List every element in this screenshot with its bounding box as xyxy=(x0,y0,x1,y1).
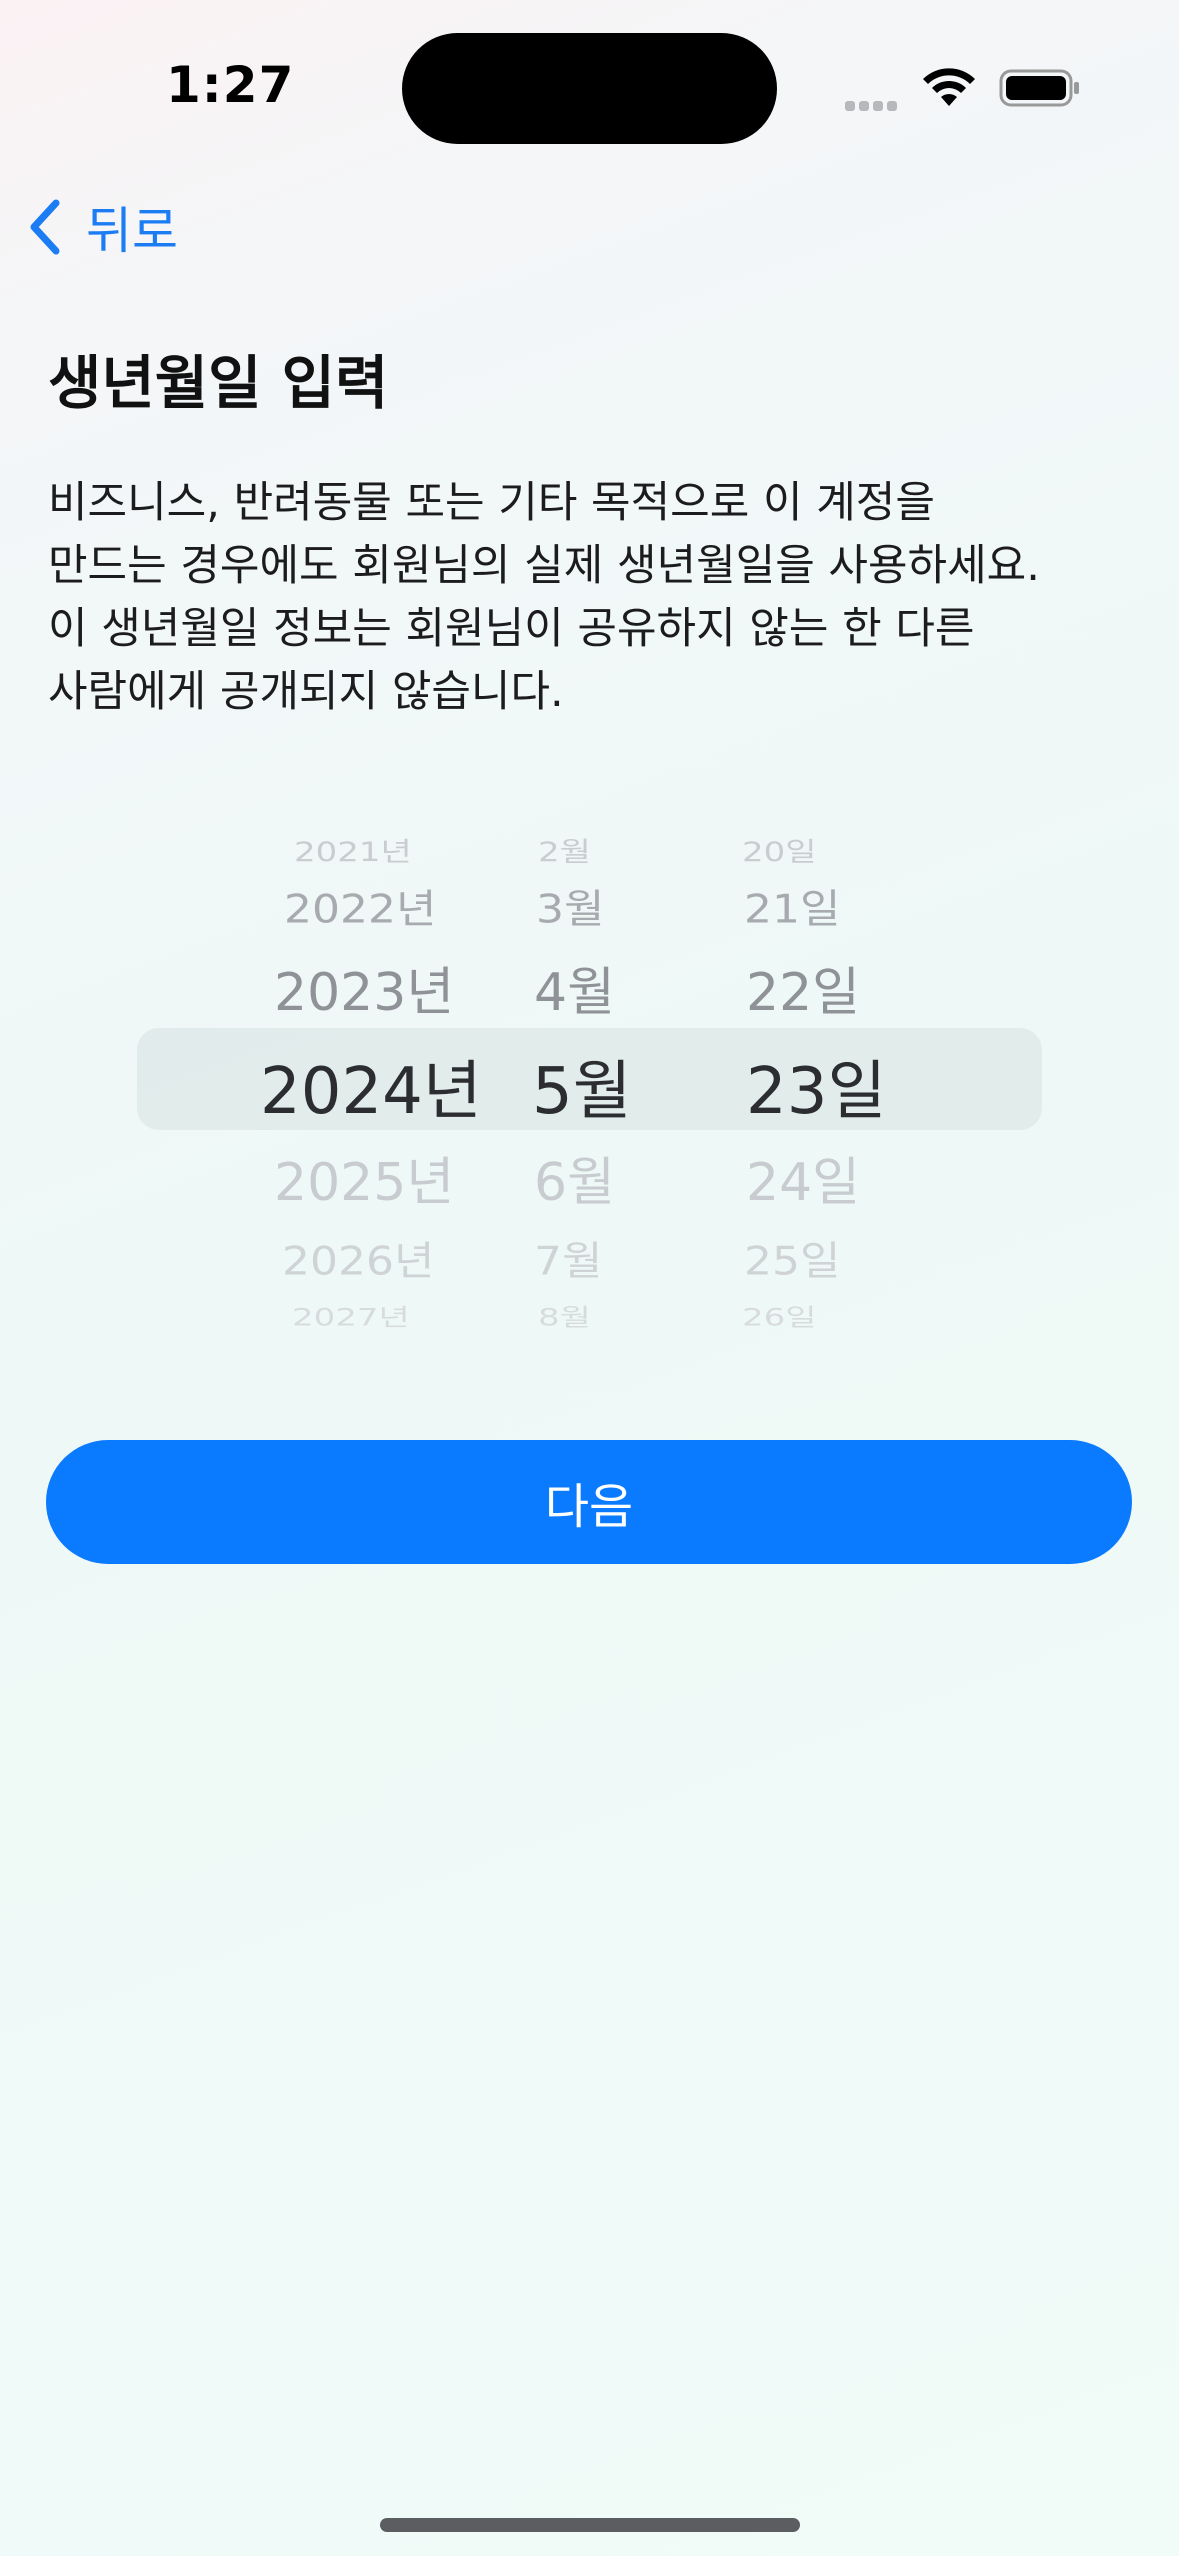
picker-day[interactable]: 22일 xyxy=(746,950,860,1025)
picker-month[interactable]: 8월 xyxy=(538,1298,591,1332)
page-title: 생년월일 입력 xyxy=(48,349,389,417)
picker-day-selected[interactable]: 23일 xyxy=(746,1040,886,1132)
picker-day[interactable]: 20일 xyxy=(742,830,817,868)
picker-month[interactable]: 4월 xyxy=(534,950,615,1025)
picker-year[interactable]: 2026년 xyxy=(282,1229,434,1287)
battery-icon xyxy=(999,69,1079,107)
description: 비즈니스, 반려동물 또는 기타 목적으로 이 계정을 만드는 경우에도 회원님… xyxy=(48,472,1148,724)
description-line: 비즈니스, 반려동물 또는 기타 목적으로 이 계정을 xyxy=(48,478,935,528)
picker-month[interactable]: 2월 xyxy=(538,830,591,868)
next-button[interactable]: 다음 xyxy=(46,1440,1132,1564)
picker-month[interactable]: 3월 xyxy=(536,877,604,935)
description-line: 만드는 경우에도 회원님의 실제 생년월일을 사용하세요. xyxy=(48,541,1040,591)
picker-day[interactable]: 24일 xyxy=(746,1140,860,1215)
picker-month[interactable]: 7월 xyxy=(534,1229,602,1287)
wifi-icon xyxy=(923,68,975,106)
birthdate-picker[interactable]: 2021년 2월 20일 2022년 3월 21일 2023년 4월 22일 2… xyxy=(0,808,1179,1348)
back-label: 뒤로 xyxy=(86,202,178,260)
picker-year[interactable]: 2021년 xyxy=(294,830,412,868)
picker-year-selected[interactable]: 2024년 xyxy=(260,1040,482,1132)
picker-row[interactable]: 2025년 6월 24일 xyxy=(0,1140,1179,1213)
picker-year[interactable]: 2022년 xyxy=(284,877,436,935)
next-button-label: 다음 xyxy=(544,1479,634,1535)
status-time: 1:27 xyxy=(166,56,295,114)
chevron-left-icon xyxy=(30,199,60,255)
description-line: 사람에게 공개되지 않습니다. xyxy=(48,667,564,717)
picker-row-selected[interactable]: 2024년 5월 23일 xyxy=(0,1040,1179,1129)
home-indicator[interactable] xyxy=(380,2518,800,2532)
description-line: 이 생년월일 정보는 회원님이 공유하지 않는 한 다른 xyxy=(48,604,975,654)
picker-row[interactable]: 2026년 7월 25일 xyxy=(0,1229,1179,1285)
picker-month[interactable]: 6월 xyxy=(534,1140,615,1215)
picker-day[interactable]: 25일 xyxy=(744,1229,840,1287)
picker-year[interactable]: 2025년 xyxy=(274,1140,454,1215)
picker-day[interactable]: 26일 xyxy=(742,1298,817,1332)
picker-row[interactable]: 2022년 3월 21일 xyxy=(0,877,1179,933)
picker-year[interactable]: 2023년 xyxy=(274,950,454,1025)
picker-year[interactable]: 2027년 xyxy=(292,1298,410,1332)
dynamic-island xyxy=(402,33,777,144)
picker-day[interactable]: 21일 xyxy=(744,877,840,935)
cellular-signal-icon xyxy=(845,96,905,111)
picker-month-selected[interactable]: 5월 xyxy=(532,1040,632,1132)
picker-row[interactable]: 2021년 2월 20일 xyxy=(0,830,1179,868)
picker-row[interactable]: 2023년 4월 22일 xyxy=(0,950,1179,1023)
back-button[interactable]: 뒤로 xyxy=(26,192,178,262)
picker-row[interactable]: 2027년 8월 26일 xyxy=(0,1298,1179,1332)
